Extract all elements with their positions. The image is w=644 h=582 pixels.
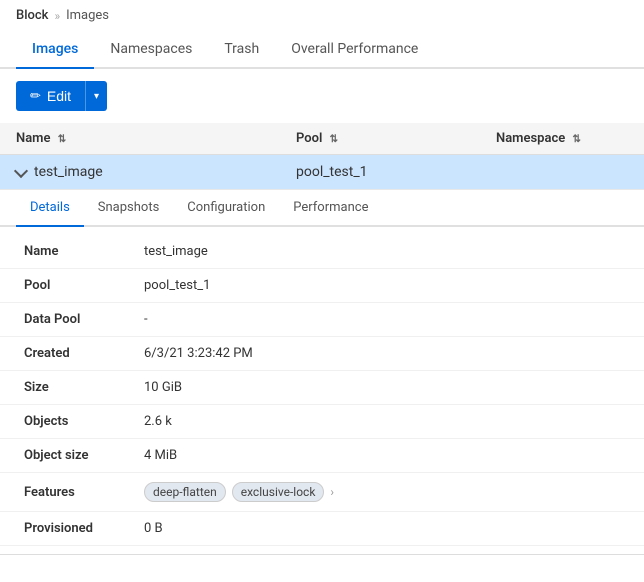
detail-field-name: Nametest_image <box>0 235 644 269</box>
field-value: pool_test_1 <box>144 278 210 293</box>
detail-field-objects: Objects2.6 k <box>0 405 644 439</box>
field-label: Created <box>24 346 144 361</box>
detail-field-created: Created6/3/21 3:23:42 PM <box>0 337 644 371</box>
field-label: Data Pool <box>24 312 144 327</box>
breadcrumb-separator: » <box>54 9 60 23</box>
breadcrumb: Block » Images <box>0 0 644 31</box>
feature-badge: exclusive-lock <box>232 482 325 502</box>
field-value: 10 GiB <box>144 380 182 395</box>
field-label: Pool <box>24 278 144 293</box>
detail-tab-configuration[interactable]: Configuration <box>173 190 279 227</box>
field-label: Name <box>24 244 144 259</box>
detail-tab-performance[interactable]: Performance <box>279 190 382 227</box>
detail-panel-row: Details Snapshots Configuration Performa… <box>0 190 644 555</box>
row-expand-icon[interactable] <box>14 163 28 177</box>
detail-field-data-pool: Data Pool- <box>0 303 644 337</box>
field-label: Objects <box>24 414 144 429</box>
cell-namespace <box>480 155 644 190</box>
field-value: deep-flatten exclusive-lock › <box>144 482 334 502</box>
pool-sort-icon: ⇅ <box>330 134 338 145</box>
toolbar: ✏ Edit ▾ <box>0 69 644 123</box>
detail-tab-snapshots[interactable]: Snapshots <box>84 190 174 227</box>
detail-field-object-size: Object size4 MiB <box>0 439 644 473</box>
tab-overall-performance[interactable]: Overall Performance <box>275 31 434 69</box>
field-label: Provisioned <box>24 521 144 536</box>
detail-fields: Nametest_imagePoolpool_test_1Data Pool-C… <box>0 227 644 554</box>
ns-sort-icon: ⇅ <box>572 134 580 145</box>
detail-tab-details[interactable]: Details <box>16 190 84 227</box>
edit-dropdown-button[interactable]: ▾ <box>85 81 107 111</box>
detail-field-size: Size10 GiB <box>0 371 644 405</box>
edit-btn-group: ✏ Edit ▾ <box>16 81 107 111</box>
th-name[interactable]: Name ⇅ <box>0 123 280 155</box>
name-sort-icon: ⇅ <box>58 134 66 145</box>
field-value: test_image <box>144 244 208 259</box>
detail-tabs: Details Snapshots Configuration Performa… <box>0 190 644 227</box>
field-value: 6/3/21 3:23:42 PM <box>144 346 253 361</box>
detail-field-pool: Poolpool_test_1 <box>0 269 644 303</box>
th-namespace[interactable]: Namespace ⇅ <box>480 123 644 155</box>
chevron-down-icon: ▾ <box>94 91 99 102</box>
images-table: Name ⇅ Pool ⇅ Namespace ⇅ test_image poo… <box>0 123 644 555</box>
field-value: 2.6 k <box>144 414 172 429</box>
more-badges-indicator: › <box>330 485 334 499</box>
main-tabs-bar: Images Namespaces Trash Overall Performa… <box>0 31 644 69</box>
field-value: 0 B <box>144 521 163 536</box>
table-header-row: Name ⇅ Pool ⇅ Namespace ⇅ <box>0 123 644 155</box>
breadcrumb-current: Images <box>66 8 109 23</box>
field-value: 4 MiB <box>144 448 177 463</box>
cell-pool: pool_test_1 <box>280 155 480 190</box>
field-label: Features <box>24 485 144 500</box>
table-row[interactable]: test_image pool_test_1 <box>0 155 644 190</box>
breadcrumb-parent: Block <box>16 8 48 23</box>
edit-label: Edit <box>47 88 71 104</box>
cell-name: test_image <box>0 155 280 190</box>
detail-field-features: Featuresdeep-flatten exclusive-lock › <box>0 473 644 512</box>
detail-panel: Details Snapshots Configuration Performa… <box>0 190 644 554</box>
field-label: Size <box>24 380 144 395</box>
field-label: Object size <box>24 448 144 463</box>
th-pool[interactable]: Pool ⇅ <box>280 123 480 155</box>
tab-namespaces[interactable]: Namespaces <box>94 31 208 69</box>
detail-field-provisioned: Provisioned0 B <box>0 512 644 546</box>
edit-icon: ✏ <box>30 88 41 104</box>
field-value: - <box>144 312 148 327</box>
feature-badge: deep-flatten <box>144 482 226 502</box>
tab-images[interactable]: Images <box>16 31 94 69</box>
tab-trash[interactable]: Trash <box>208 31 275 69</box>
edit-button[interactable]: ✏ Edit <box>16 81 85 111</box>
